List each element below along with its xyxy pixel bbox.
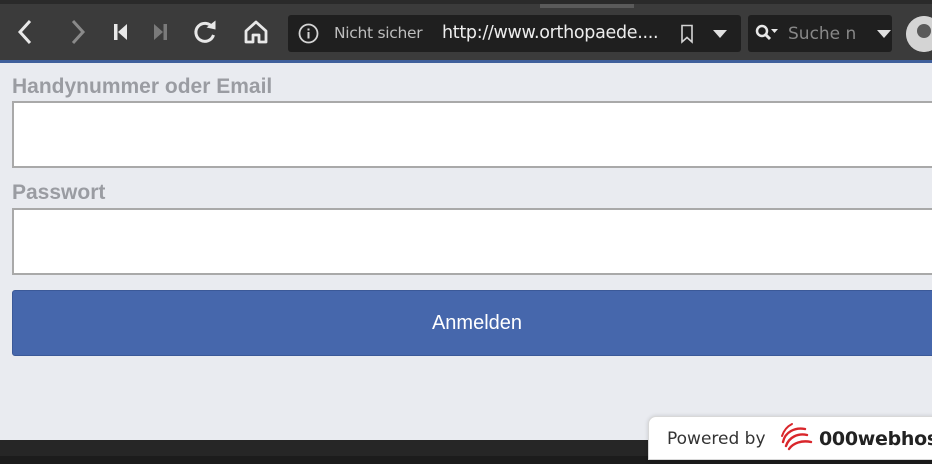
search-input[interactable] xyxy=(788,15,862,52)
url-text[interactable]: http://www.orthopaede.... xyxy=(442,15,674,52)
home-icon xyxy=(244,20,268,44)
chevron-down-icon[interactable] xyxy=(877,30,891,38)
bookmark-icon[interactable] xyxy=(680,24,694,44)
search-bar[interactable] xyxy=(748,15,892,52)
000webhost-logo-icon xyxy=(781,423,813,451)
home-button[interactable] xyxy=(239,14,273,50)
password-field[interactable] xyxy=(12,208,932,275)
chevron-down-icon[interactable] xyxy=(713,30,727,38)
login-page: Handynummer oder Email Passwort Anmelden xyxy=(0,60,932,440)
skip-forward-icon xyxy=(154,24,167,40)
email-label: Handynummer oder Email xyxy=(12,75,273,98)
chevron-right-icon xyxy=(71,19,86,45)
info-icon[interactable] xyxy=(298,23,319,44)
email-field[interactable] xyxy=(12,101,932,168)
forward-button[interactable] xyxy=(60,14,94,50)
address-bar[interactable]: Nicht sicher http://www.orthopaede.... xyxy=(288,15,741,52)
user-icon xyxy=(906,16,932,52)
powered-by-badge[interactable]: Powered by 000webhost xyxy=(648,416,932,460)
active-tab-indicator xyxy=(540,4,634,8)
search-icon[interactable] xyxy=(755,24,779,43)
profile-avatar[interactable] xyxy=(906,16,932,52)
browser-toolbar: Nicht sicher http://www.orthopaede.... xyxy=(0,0,932,60)
rewind-button[interactable] xyxy=(104,14,138,50)
reload-icon xyxy=(194,20,216,43)
skip-back-icon xyxy=(114,24,127,40)
fast-forward-button[interactable] xyxy=(143,14,177,50)
host-brand-name: 000webhost xyxy=(819,428,932,450)
reload-button[interactable] xyxy=(188,14,222,50)
powered-by-label: Powered by xyxy=(667,429,766,449)
login-button[interactable]: Anmelden xyxy=(12,290,932,356)
chevron-left-icon xyxy=(17,19,32,45)
password-label: Passwort xyxy=(12,181,106,204)
security-status-label[interactable]: Nicht sicher xyxy=(334,15,423,52)
back-button[interactable] xyxy=(9,14,43,50)
